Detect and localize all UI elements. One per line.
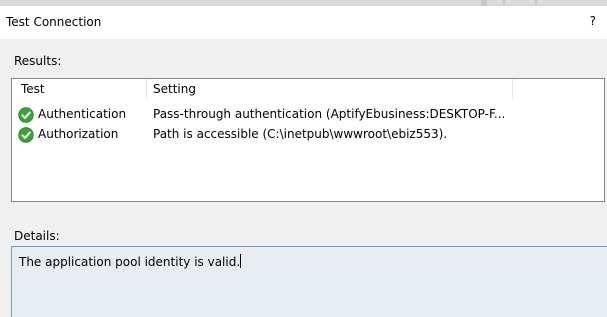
text-caret <box>240 254 242 268</box>
column-header-test[interactable]: Test <box>21 82 45 96</box>
test-name: Authentication <box>38 107 127 121</box>
details-textbox[interactable]: The application pool identity is valid. <box>11 246 607 317</box>
test-setting: Pass-through authentication (AptifyEbusi… <box>153 107 506 121</box>
result-row-authentication[interactable]: Authentication Pass-through authenticati… <box>12 105 604 125</box>
test-setting: Path is accessible (C:\inetpub\wwwroot\e… <box>153 127 448 141</box>
column-separator[interactable] <box>146 79 147 99</box>
check-circle-icon <box>18 107 34 123</box>
check-circle-icon <box>18 127 34 143</box>
result-row-authorization[interactable]: Authorization Path is accessible (C:\ine… <box>12 125 604 145</box>
test-name: Authorization <box>38 127 119 141</box>
details-text: The application pool identity is valid. <box>19 255 241 269</box>
dialog-title: Test Connection <box>6 15 102 29</box>
details-text-line: The application pool identity is valid. <box>19 254 242 269</box>
results-label: Results: <box>14 54 62 68</box>
results-list[interactable]: Test Setting Authentication Pass-through… <box>11 78 605 202</box>
help-button[interactable]: ? <box>590 14 596 28</box>
details-label: Details: <box>14 229 60 243</box>
dialog-titlebar: Test Connection ? <box>0 6 607 39</box>
column-separator[interactable] <box>512 79 513 99</box>
results-list-header: Test Setting <box>12 79 604 99</box>
column-header-setting[interactable]: Setting <box>153 82 196 96</box>
